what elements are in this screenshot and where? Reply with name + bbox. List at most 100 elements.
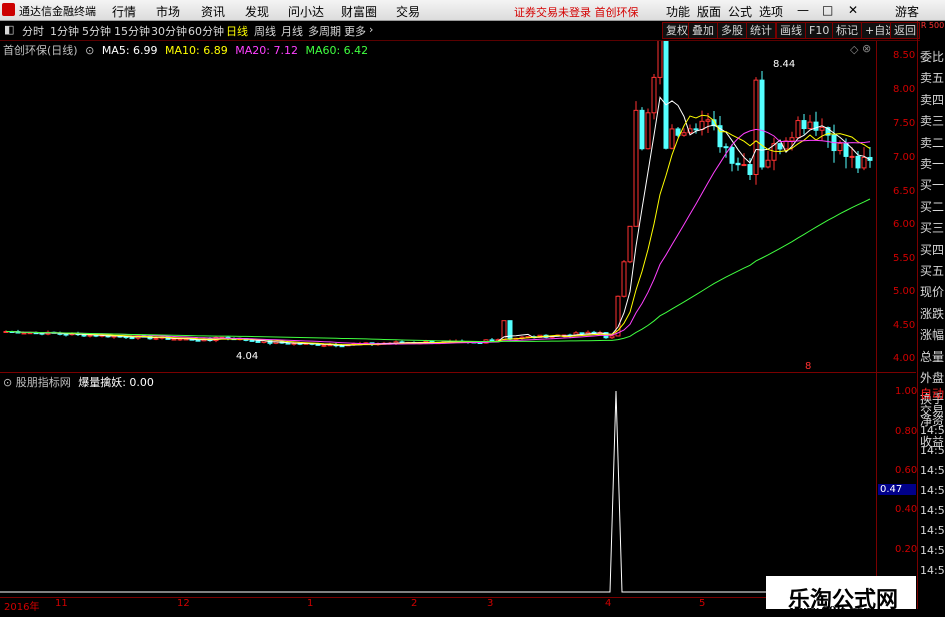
candle-body: [195, 339, 201, 342]
candle-body: [855, 155, 861, 169]
price-tick: 4.00: [893, 353, 916, 364]
value-axis: 8.50 8.00 7.50 7.00 6.50 6.00 5.50 5.00 …: [876, 41, 918, 596]
app-logo-icon: [2, 3, 15, 16]
menu-wenxiaoda[interactable]: 问小达: [288, 3, 324, 20]
period-30min[interactable]: 30分钟: [151, 23, 187, 39]
close-button[interactable]: ✕: [848, 3, 858, 17]
menu-caifuquan[interactable]: 财富圈: [341, 3, 377, 20]
signal-badge: 8: [805, 361, 812, 372]
ma20-line: [5, 128, 871, 345]
back-button[interactable]: 返回: [890, 22, 920, 39]
menu-gongshi[interactable]: 公式: [728, 3, 752, 20]
candle-body: [255, 340, 261, 343]
period-more[interactable]: 更多: [344, 23, 366, 39]
ma10-value: MA10: 6.89: [165, 44, 228, 57]
side-quote-label: 买三: [920, 221, 945, 236]
candle-body: [753, 79, 759, 176]
candle-body: [651, 76, 657, 114]
toolbar-menu-icon[interactable]: ◧: [4, 23, 14, 36]
more-chevron-icon[interactable]: ›: [369, 23, 373, 36]
period-multi[interactable]: 多周期: [308, 23, 341, 39]
login-notice[interactable]: 证券交易未登录 首创环保: [514, 4, 639, 20]
indicator-panel[interactable]: ⊙ 股朋指标网 爆量擒妖: 0.00: [0, 374, 876, 596]
guest-label[interactable]: 游客: [895, 3, 919, 20]
side-quote-label: 总量: [920, 349, 945, 364]
menu-gongneng[interactable]: 功能: [666, 3, 690, 20]
candle-body: [639, 109, 645, 150]
candle-body: [177, 338, 183, 341]
candle-body: [789, 137, 795, 142]
menu-zixun[interactable]: 资讯: [201, 3, 225, 20]
period-60min[interactable]: 60分钟: [188, 23, 224, 39]
date-tick: 4: [605, 598, 612, 609]
biaoji-button[interactable]: 标记: [832, 22, 862, 39]
date-axis: 2016年 11 12 1 2 3 4 5: [0, 597, 876, 613]
ma10-line: [5, 114, 871, 346]
menu-banmian[interactable]: 版面: [697, 3, 721, 20]
indicator-dropdown-icon[interactable]: ⊙: [3, 376, 12, 389]
ma60-line: [5, 198, 871, 343]
candle-body: [675, 128, 681, 136]
side-quote-label: 外盘: [920, 371, 945, 385]
date-tick: 12: [177, 598, 190, 609]
candle-body: [321, 344, 327, 347]
ma-dropdown-icon[interactable]: ⊙: [85, 44, 94, 57]
tick-time: 14:56: [920, 504, 945, 517]
diejia-button[interactable]: 叠加: [688, 22, 718, 39]
candle-body: [249, 339, 255, 342]
price-tick: 8.50: [893, 50, 916, 61]
maximize-button[interactable]: □: [822, 3, 833, 17]
menu-hangqing[interactable]: 行情: [112, 3, 136, 20]
auto-label[interactable]: 自动: [920, 385, 944, 402]
candle-body: [759, 79, 765, 168]
menu-xuanxiang[interactable]: 选项: [759, 3, 783, 20]
period-5min[interactable]: 5分钟: [82, 23, 111, 39]
ma5-value: MA5: 6.99: [101, 44, 158, 57]
candle-body: [705, 119, 711, 122]
price-tick: 6.00: [893, 219, 916, 230]
period-weekly[interactable]: 周线: [254, 23, 276, 39]
candle-body: [153, 337, 159, 340]
candle-body: [693, 128, 699, 131]
panel-close-icon[interactable]: ⊗: [862, 42, 871, 55]
side-quote-label: 卖四: [920, 92, 945, 107]
menu-faxian[interactable]: 发现: [245, 3, 269, 20]
candle-body: [657, 36, 663, 78]
tongji-button[interactable]: 统计: [746, 22, 776, 39]
candle-body: [171, 338, 177, 341]
kline-chart[interactable]: [0, 24, 876, 372]
menu-jiaoyi[interactable]: 交易: [396, 3, 420, 20]
indicator-title: 股朋指标网: [15, 376, 71, 389]
huaxian-button[interactable]: 画线: [776, 22, 806, 39]
low-price-label: 4.04: [236, 351, 259, 362]
candle-body: [645, 112, 651, 150]
indicator-tick: 1.00: [895, 386, 918, 397]
menu-shichang[interactable]: 市场: [156, 3, 180, 20]
period-1min[interactable]: 1分钟: [50, 23, 79, 39]
candle-body: [681, 132, 687, 136]
period-15min[interactable]: 15分钟: [114, 23, 150, 39]
quote-side-panel: R 500 委比 卖五 卖四 卖三 卖二 卖一 买一 买二 买三 买四 买五 现价 涨跌 涨幅 总量 外盘 换手…: [917, 21, 945, 609]
minimize-button[interactable]: —: [797, 3, 809, 17]
period-daily[interactable]: 日线: [226, 23, 248, 39]
trade-label[interactable]: 交易: [920, 402, 944, 419]
indicator-chart[interactable]: [0, 374, 876, 596]
candle-body: [741, 164, 747, 167]
duogu-button[interactable]: 多股: [717, 22, 747, 39]
date-tick: 11: [55, 598, 68, 609]
ma20-value: MA20: 7.12: [235, 44, 298, 57]
period-fenshi[interactable]: 分时: [22, 23, 44, 39]
tick-time: 14:56: [920, 564, 945, 577]
kline-panel[interactable]: 首创环保(日线) ⊙ MA5: 6.99 MA10: 6.89 MA20: 7.…: [0, 24, 876, 372]
candle-body: [63, 333, 69, 336]
period-monthly[interactable]: 月线: [281, 23, 303, 39]
candle-body: [795, 120, 801, 139]
watermark-url: www.60lt.com: [790, 604, 876, 617]
side-top-label[interactable]: R 500: [920, 21, 945, 41]
side-quote-label: 卖二: [920, 135, 945, 150]
diamond-icon[interactable]: ◇: [850, 43, 858, 56]
watermark: 乐淘公式网 www.60lt.com: [766, 576, 916, 617]
candle-body: [633, 109, 639, 227]
ma60-value: MA60: 6.42: [305, 44, 369, 57]
f10-button[interactable]: F10: [805, 22, 834, 39]
